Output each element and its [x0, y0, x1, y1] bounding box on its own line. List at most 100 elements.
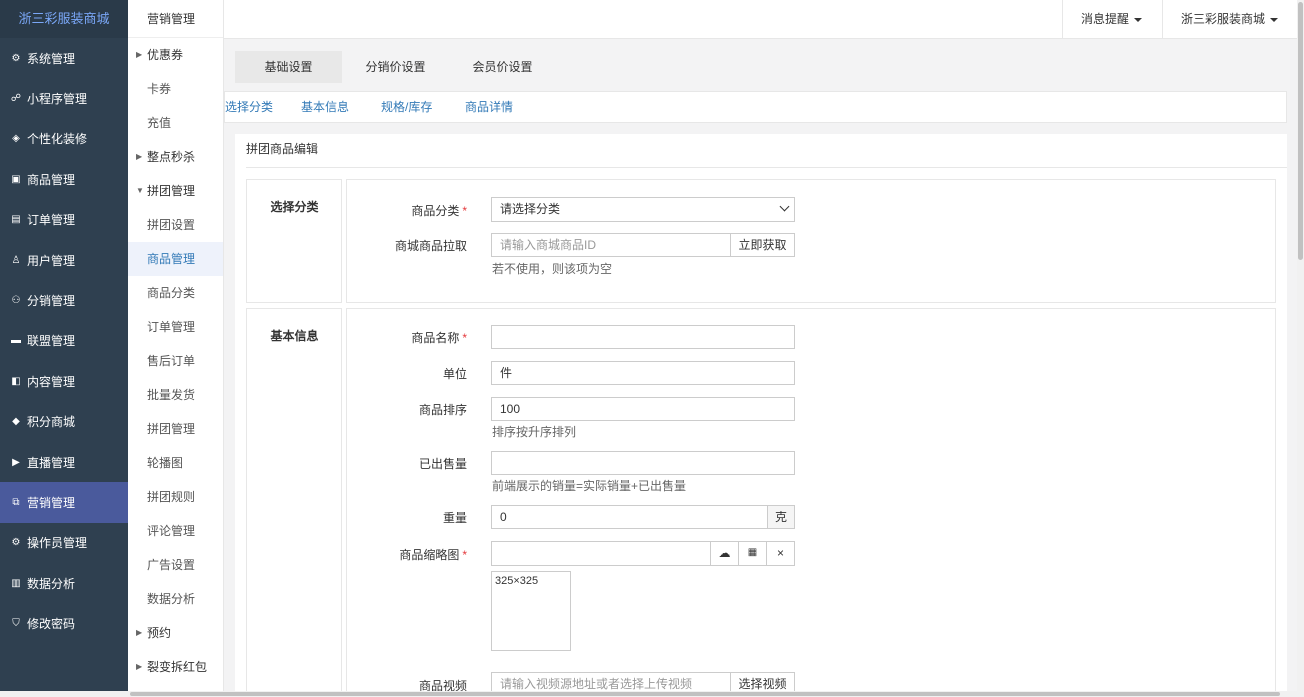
sort-input[interactable]: 100	[491, 397, 795, 421]
submenu-item-7[interactable]: 商品分类	[128, 276, 223, 310]
submenu-item-label: 商品管理	[147, 252, 196, 266]
scrollbar-thumb[interactable]	[1298, 2, 1303, 260]
caret-right-icon: ▶	[136, 152, 143, 161]
thumb-label: 商品缩略图 *	[399, 548, 467, 562]
fetch-label: 商城商品拉取	[394, 239, 467, 253]
sidebar-item-8[interactable]: ◧ 内容管理	[0, 361, 128, 401]
required-mark: *	[462, 548, 467, 562]
ticket-icon: ⧉	[12, 496, 20, 508]
submenu-item-15[interactable]: 广告设置	[128, 548, 223, 582]
calendar-icon: ▤	[11, 214, 21, 226]
caret-right-icon: ▶	[136, 50, 143, 59]
scrollbar-thumb[interactable]	[130, 692, 1280, 696]
sort-help: 排序按升序排列	[492, 425, 577, 439]
section-category-body: 商品分类 * 请选择分类 商城商品拉取 请输入商城商品ID 立即获取 若不使用，则…	[346, 179, 1276, 303]
sidebar-item-1[interactable]: ☍ 小程序管理	[0, 78, 128, 118]
thumb-preview[interactable]: 325×325	[491, 571, 571, 651]
sidebar-item-10[interactable]: ▶ 直播管理	[0, 442, 128, 482]
tab-member-price[interactable]: 会员价设置	[449, 51, 556, 83]
tab-basic-settings[interactable]: 基础设置	[235, 51, 342, 83]
sidebar-item-11[interactable]: ⧉ 营销管理	[0, 482, 128, 523]
submenu-item-4[interactable]: ▼ 拼团管理	[128, 174, 223, 208]
caret-right-icon: ▶	[136, 628, 143, 637]
submenu-item-16[interactable]: 数据分析	[128, 582, 223, 616]
sidebar-item-label: 内容管理	[27, 374, 76, 389]
close-icon[interactable]: ×	[766, 541, 795, 566]
sidebar-item-7[interactable]: ▬ 联盟管理	[0, 321, 128, 361]
store-dropdown[interactable]: 浙三彩服装商城	[1162, 0, 1297, 39]
submenu-item-label: 订单管理	[147, 320, 196, 334]
submenu-item-label: 拼团管理	[147, 422, 196, 436]
sidebar-item-2[interactable]: ◈ 个性化装修	[0, 119, 128, 159]
sidebar-item-12[interactable]: ⚙ 操作员管理	[0, 523, 128, 563]
submenu-item-8[interactable]: 订单管理	[128, 310, 223, 344]
upload-cloud-icon[interactable]: ☁	[710, 541, 739, 566]
fetch-button[interactable]: 立即获取	[730, 233, 795, 257]
play-icon: ▶	[12, 456, 20, 468]
grid-icon[interactable]: ▦	[738, 541, 767, 566]
section-title: 选择分类	[270, 200, 319, 214]
anchor-select-category[interactable]: 选择分类	[225, 92, 273, 122]
sidebar-item-label: 修改密码	[27, 617, 76, 632]
submenu-item-1[interactable]: 卡券	[128, 72, 223, 106]
sidebar-item-5[interactable]: ♙ 用户管理	[0, 240, 128, 280]
submenu-item-10[interactable]: 批量发货	[128, 378, 223, 412]
sidebar-item-9[interactable]: ◆ 积分商城	[0, 402, 128, 442]
submenu-item-17[interactable]: ▶ 预约	[128, 616, 223, 650]
category-select[interactable]: 请选择分类	[491, 197, 795, 222]
submenu-item-14[interactable]: 评论管理	[128, 514, 223, 548]
messages-dropdown[interactable]: 消息提醒	[1062, 0, 1162, 39]
submenu-item-label: 优惠券	[147, 48, 184, 62]
bar-chart-icon: ▥	[11, 577, 21, 589]
submenu-item-label: 售后订单	[147, 354, 196, 368]
product-id-input[interactable]: 请输入商城商品ID	[491, 233, 731, 257]
submenu-item-11[interactable]: 拼团管理	[128, 412, 223, 446]
sub-menu-title: 营销管理	[128, 0, 223, 38]
sold-input[interactable]	[491, 451, 795, 475]
submenu-item-label: 卡券	[147, 82, 172, 96]
required-mark: *	[462, 204, 467, 218]
section-basic-body: 商品名称 * 单位 件 商品排序 100 排序按升序排列 已出售量 前端展示的销量…	[346, 308, 1276, 697]
submenu-item-12[interactable]: 轮播图	[128, 446, 223, 480]
submenu-item-13[interactable]: 拼团规则	[128, 480, 223, 514]
sidebar-item-14[interactable]: ⛉ 修改密码	[0, 603, 128, 643]
sidebar-item-3[interactable]: ▣ 商品管理	[0, 159, 128, 199]
submenu-item-18[interactable]: ▶ 裂变拆红包	[128, 650, 223, 684]
submenu-item-label: 拼团设置	[147, 218, 196, 232]
submenu-item-9[interactable]: 售后订单	[128, 344, 223, 378]
anchor-spec-stock[interactable]: 规格/库存	[381, 92, 432, 122]
sidebar-item-4[interactable]: ▤ 订单管理	[0, 200, 128, 240]
brand-logo[interactable]: 浙三彩服装商城	[0, 0, 128, 38]
panel-title: 拼团商品编辑	[246, 142, 319, 156]
sitemap-icon: ⚇	[11, 295, 21, 307]
submenu-item-5[interactable]: 拼团设置	[128, 208, 223, 242]
section-title: 基本信息	[270, 329, 319, 343]
submenu-item-label: 裂变拆红包	[147, 660, 208, 674]
submenu-item-3[interactable]: ▶ 整点秒杀	[128, 140, 223, 174]
vertical-scrollbar[interactable]	[1297, 0, 1304, 697]
sidebar-item-label: 用户管理	[27, 253, 76, 268]
sidebar-item-13[interactable]: ▥ 数据分析	[0, 563, 128, 603]
anchor-basic-info[interactable]: 基本信息	[301, 92, 349, 122]
unit-input[interactable]: 件	[491, 361, 795, 385]
news-icon: ◧	[11, 375, 21, 387]
sold-help: 前端展示的销量=实际销量+已出售量	[492, 479, 687, 493]
submenu-item-label: 评论管理	[147, 524, 196, 538]
submenu-item-label: 整点秒杀	[147, 150, 196, 164]
name-input[interactable]	[491, 325, 795, 349]
submenu-item-0[interactable]: ▶ 优惠券	[128, 38, 223, 72]
weight-input[interactable]: 0	[491, 505, 768, 529]
section-basic-label: 基本信息	[246, 308, 342, 697]
anchor-product-detail[interactable]: 商品详情	[465, 92, 513, 122]
weight-unit: 克	[767, 505, 795, 529]
submenu-item-label: 预约	[147, 626, 172, 640]
submenu-item-6[interactable]: 商品管理	[128, 242, 223, 276]
cube-icon: ◆	[12, 416, 20, 428]
horizontal-scrollbar[interactable]	[0, 691, 1297, 697]
sidebar-item-6[interactable]: ⚇ 分销管理	[0, 280, 128, 320]
submenu-item-2[interactable]: 充值	[128, 106, 223, 140]
thumb-input[interactable]	[491, 541, 711, 566]
tab-distribution-price[interactable]: 分销价设置	[342, 51, 449, 83]
main-sidebar: 浙三彩服装商城 ⚙ 系统管理 ☍ 小程序管理 ◈ 个性化装修 ▣ 商品管理 ▤ 订单管理 ♙ 用户管理…	[0, 0, 128, 697]
sidebar-item-0[interactable]: ⚙ 系统管理	[0, 38, 128, 78]
